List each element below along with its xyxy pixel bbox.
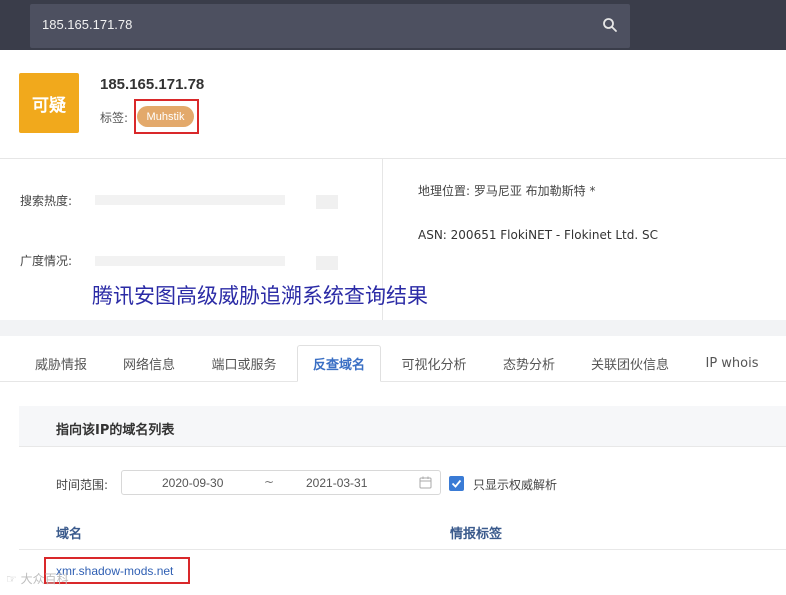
section-gap (0, 320, 786, 336)
date-to: 2021-03-31 (306, 476, 368, 490)
ip-title: 185.165.171.78 (100, 76, 205, 93)
tab-ports-services[interactable]: 端口或服务 (198, 345, 290, 382)
calendar-icon[interactable] (419, 476, 432, 489)
tag-pill[interactable]: Muhstik (137, 106, 194, 127)
tab-related-groups[interactable]: 关联团伙信息 (580, 345, 680, 382)
asn-info: ASN: 200651 FlokiNET - Flokinet Ltd. SC (418, 228, 658, 242)
search-heat-value (316, 195, 338, 209)
tag-label: 标签: (100, 111, 129, 125)
verdict-badge: 可疑 (19, 73, 79, 133)
domain-list-header: 指向该IP的域名列表 (19, 406, 786, 447)
spread-label: 广度情况: (20, 254, 73, 268)
domain-link[interactable]: xmr.shadow-mods.net (56, 564, 173, 578)
column-intel-tag: 情报标签 (450, 527, 503, 542)
search-input-value: 185.165.171.78 (42, 17, 133, 32)
checkmark-icon (451, 479, 462, 488)
search-input[interactable]: 185.165.171.78 (30, 4, 630, 48)
corner-watermark: ☞ 大众百科 (6, 572, 69, 586)
search-heat-label: 搜索热度: (20, 194, 73, 208)
tab-ip-whois[interactable]: IP whois (690, 345, 774, 382)
tab-network-info[interactable]: 网络信息 (108, 345, 190, 382)
tab-visual-analysis[interactable]: 可视化分析 (388, 345, 480, 382)
overlay-caption: 腾讯安图高级威胁追溯系统查询结果 (92, 284, 428, 308)
tab-trend-analysis[interactable]: 态势分析 (488, 345, 570, 382)
domain-list-title: 指向该IP的域名列表 (56, 423, 175, 438)
tab-threat-intel[interactable]: 威胁情报 (20, 345, 102, 382)
tab-reverse-domain[interactable]: 反查域名 (297, 345, 381, 382)
column-domain: 域名 (56, 527, 83, 542)
divider (0, 158, 786, 159)
table-row-divider (19, 549, 786, 550)
authoritative-only-label: 只显示权威解析 (473, 478, 558, 492)
search-icon[interactable] (602, 17, 618, 33)
authoritative-only-checkbox[interactable] (449, 476, 464, 491)
spread-bar (95, 256, 285, 266)
geo-location: 地理位置: 罗马尼亚 布加勒斯特 * (418, 184, 596, 198)
spread-value (316, 256, 338, 270)
top-search-bar: 185.165.171.78 (0, 0, 786, 50)
date-from: 2020-09-30 (162, 476, 224, 490)
tab-bar: 威胁情报 网络信息 端口或服务 反查域名 可视化分析 态势分析 关联团伙信息 I… (0, 345, 786, 382)
date-range-picker[interactable]: 2020-09-30 ~ 2021-03-31 (121, 470, 441, 495)
time-range-label: 时间范围: (56, 478, 109, 492)
search-heat-bar (95, 195, 285, 205)
date-separator: ~ (264, 475, 275, 489)
